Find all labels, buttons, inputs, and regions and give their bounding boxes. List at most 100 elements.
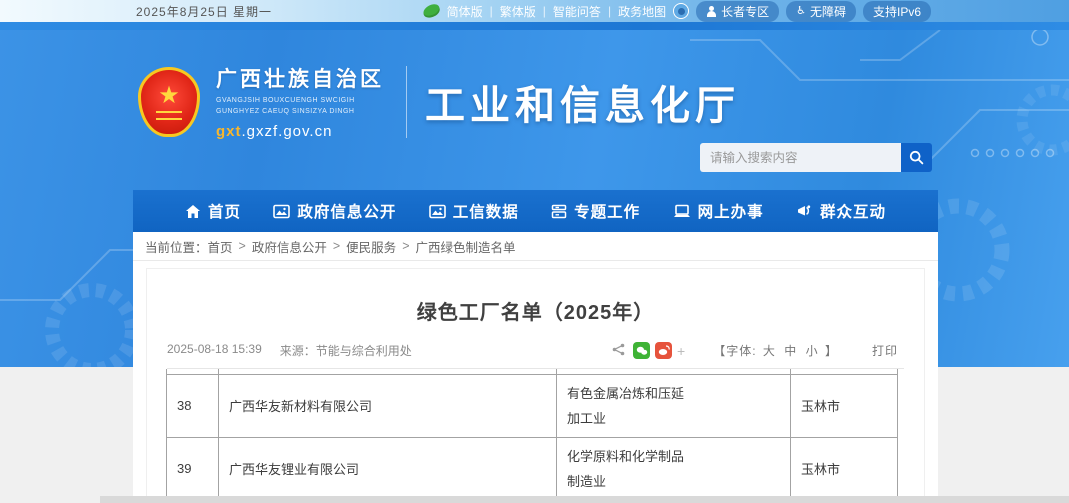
logo-row: ★ 广西壮族自治区 GVANGJSIH BOUXCUENGH SWCIGIH G…	[138, 63, 740, 140]
factory-table-wrapper: 38 广西华友新材料有限公司 有色金属冶炼和压延 加工业 玉林市 39 广西华友…	[166, 369, 905, 503]
nav-item-public-interaction[interactable]: 群众互动	[796, 200, 886, 222]
main-content: 当前位置： 首页 > 政府信息公开 > 便民服务 > 广西绿色制造名单 绿色工厂…	[133, 232, 938, 503]
separator: |	[543, 4, 546, 18]
breadcrumb-prefix: 当前位置：	[145, 237, 208, 256]
more-share-icon[interactable]: +	[677, 343, 685, 359]
leaf-icon	[421, 3, 441, 20]
current-date: 2025年8月25日 星期一	[136, 3, 272, 20]
breadcrumb-convenience-services[interactable]: 便民服务	[346, 237, 396, 256]
table-row: 38 广西华友新材料有限公司 有色金属冶炼和压延 加工业 玉林市	[167, 374, 898, 437]
font-label-open: 【字体:	[713, 344, 756, 358]
site-url[interactable]: gxt.gxzf.gov.cn	[216, 123, 384, 140]
site-header: ★ 广西壮族自治区 GVANGJSIH BOUXCUENGH SWCIGIH G…	[133, 30, 938, 190]
topbar-links: 简体版 | 繁体版 | 智能问答 | 政务地图 长者专区 ♿ 无障碍 支持IPv…	[423, 1, 931, 22]
link-gov-map[interactable]: 政务地图	[618, 3, 666, 20]
elderly-zone-label: 长者专区	[721, 3, 769, 20]
breadcrumb: 当前位置： 首页 > 政府信息公开 > 便民服务 > 广西绿色制造名单	[133, 232, 938, 261]
search-bar	[700, 143, 932, 172]
link-simplified-chinese[interactable]: 简体版	[447, 3, 483, 20]
blue-divider-strip	[0, 22, 1069, 30]
separator: |	[490, 4, 493, 18]
site-url-rest: .gxzf.gov.cn	[242, 123, 333, 140]
industry-cell: 化学原料和化学制品 制造业	[557, 437, 791, 500]
person-icon	[706, 6, 717, 17]
image-icon	[273, 204, 290, 219]
industry-line: 化学原料和化学制品	[567, 444, 780, 469]
region-name: 广西壮族自治区	[216, 63, 384, 93]
browser-page: 2025年8月25日 星期一 简体版 | 繁体版 | 智能问答 | 政务地图 长…	[0, 0, 1069, 503]
ipv6-badge[interactable]: 支持IPv6	[863, 1, 931, 22]
emblem-star: ★	[158, 84, 180, 108]
top-utility-bar: 2025年8月25日 星期一 简体版 | 繁体版 | 智能问答 | 政务地图 长…	[0, 0, 1069, 22]
source-label: 来源：	[280, 344, 316, 358]
industry-line: 加工业	[567, 406, 780, 431]
print-button[interactable]: 打印	[872, 342, 898, 359]
elderly-zone-button[interactable]: 长者专区	[696, 1, 779, 22]
company-name: 广西华友新材料有限公司	[219, 374, 557, 437]
weibo-share-icon[interactable]	[655, 342, 672, 359]
national-emblem-icon: ★	[138, 67, 200, 137]
zhuang-line1: GVANGJSIH BOUXCUENGH SWCIGIH	[216, 96, 384, 107]
main-navigation: 首页 政府信息公开 工信数据 专题工作	[133, 190, 938, 232]
company-name: 广西华友锂业有限公司	[219, 437, 557, 500]
search-icon	[909, 150, 924, 165]
share-icons: +	[633, 342, 685, 359]
search-input[interactable]	[700, 143, 901, 172]
image-icon	[429, 204, 446, 219]
department-title: 工业和信息化厅	[425, 73, 740, 131]
nav-item-gov-info[interactable]: 政府信息公开	[273, 200, 396, 222]
link-traditional-chinese[interactable]: 繁体版	[500, 3, 536, 20]
nav-label: 网上办事	[698, 200, 764, 222]
nav-label: 工信数据	[453, 200, 519, 222]
zhuang-line2: GUNGHYEZ CAEUQ SINSIZYA DINGH	[216, 107, 384, 118]
green-factory-table: 38 广西华友新材料有限公司 有色金属冶炼和压延 加工业 玉林市 39 广西华友…	[166, 369, 898, 503]
industry-cell: 有色金属冶炼和压延 加工业	[557, 374, 791, 437]
industry-line: 制造业	[567, 469, 780, 494]
home-icon	[185, 204, 201, 219]
wechat-share-icon[interactable]	[633, 342, 650, 359]
breadcrumb-home[interactable]: 首页	[208, 237, 233, 256]
article-tools: + 【字体: 大 中 小 】 打印	[612, 342, 904, 359]
article-meta-row: 2025-08-18 15:39 来源：节能与综合利用处	[167, 342, 904, 369]
table-row: 39 广西华友锂业有限公司 化学原料和化学制品 制造业 玉林市	[167, 437, 898, 500]
circle-badge-icon[interactable]	[673, 3, 689, 19]
megaphone-icon	[796, 204, 813, 219]
link-smart-qa[interactable]: 智能问答	[553, 3, 601, 20]
separator: |	[608, 4, 611, 18]
search-button[interactable]	[901, 143, 932, 172]
share-icon[interactable]	[612, 343, 625, 359]
nav-label: 专题工作	[574, 200, 640, 222]
nav-item-home[interactable]: 首页	[185, 200, 241, 222]
header-divider	[406, 66, 407, 138]
row-number: 38	[167, 374, 219, 437]
font-size-large[interactable]: 大	[763, 344, 776, 358]
font-size-control: 【字体: 大 中 小 】	[713, 342, 838, 359]
accessibility-button[interactable]: ♿ 无障碍	[786, 1, 856, 22]
font-label-close: 】	[825, 344, 838, 358]
publish-date: 2025-08-18 15:39	[167, 342, 262, 359]
nav-label: 群众互动	[820, 200, 886, 222]
breadcrumb-gov-info[interactable]: 政府信息公开	[252, 237, 327, 256]
emblem-gate	[156, 111, 182, 120]
page-title: 绿色工厂名单（2025年）	[147, 296, 924, 325]
bottom-scrollbar[interactable]	[100, 496, 1069, 503]
org-block: 广西壮族自治区 GVANGJSIH BOUXCUENGH SWCIGIH GUN…	[216, 63, 384, 140]
wheelchair-icon: ♿	[796, 6, 806, 17]
font-size-medium[interactable]: 中	[784, 344, 797, 358]
zhuang-romanization: GVANGJSIH BOUXCUENGH SWCIGIH GUNGHYEZ CA…	[216, 96, 384, 117]
city-cell: 玉林市	[791, 374, 898, 437]
breadcrumb-green-manufacturing-list[interactable]: 广西绿色制造名单	[416, 237, 516, 256]
font-size-small[interactable]: 小	[806, 344, 819, 358]
site-url-accent: gxt	[216, 123, 242, 140]
industry-line: 有色金属冶炼和压延	[567, 381, 780, 406]
row-number: 39	[167, 437, 219, 500]
nav-item-online-services[interactable]: 网上办事	[673, 200, 764, 222]
article-container: 绿色工厂名单（2025年） 2025-08-18 15:39 来源：节能与综合利…	[146, 268, 925, 503]
nav-item-industry-data[interactable]: 工信数据	[429, 200, 519, 222]
nav-item-special-work[interactable]: 专题工作	[551, 200, 640, 222]
nav-label: 首页	[208, 200, 241, 222]
archive-icon	[551, 204, 567, 219]
breadcrumb-separator: >	[333, 239, 340, 253]
breadcrumb-separator: >	[402, 239, 409, 253]
article-meta: 2025-08-18 15:39 来源：节能与综合利用处	[167, 342, 412, 359]
